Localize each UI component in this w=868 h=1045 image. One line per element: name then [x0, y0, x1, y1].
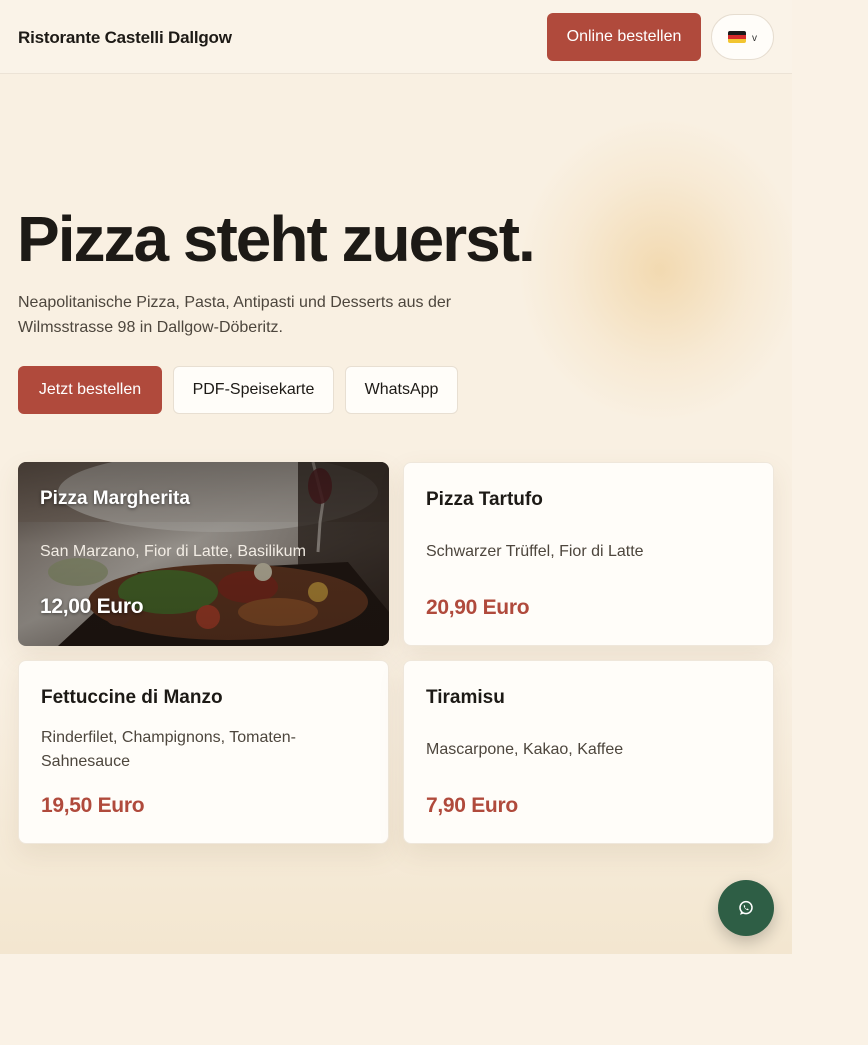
menu-item-name: Pizza Margherita: [40, 488, 190, 509]
whatsapp-button[interactable]: WhatsApp: [345, 366, 458, 414]
language-switcher[interactable]: v: [711, 14, 774, 60]
menu-item-price: 20,90 Euro: [426, 596, 530, 619]
page: Ristorante Castelli Dallgow Online beste…: [0, 0, 792, 954]
menu-item-description: Rinderfilet, Champignons, Tomaten-Sahnes…: [41, 729, 296, 770]
menu-card-fettuccine-di-manzo[interactable]: Fettuccine di Manzo Rinderfilet, Champig…: [18, 660, 389, 844]
menu-item-name: Pizza Tartufo: [426, 489, 543, 510]
menu-item-name: Tiramisu: [426, 687, 505, 708]
menu-item-description: Schwarzer Trüffel, Fior di Latte: [426, 543, 644, 560]
chevron-down-icon: v: [752, 33, 757, 44]
hero-subtitle: Neapolitanische Pizza, Pasta, Antipasti …: [18, 294, 452, 336]
menu-card-pizza-tartufo[interactable]: Pizza Tartufo Schwarzer Trüffel, Fior di…: [403, 462, 774, 646]
menu-item-name: Fettuccine di Manzo: [41, 687, 223, 708]
menu-item-description: Mascarpone, Kakao, Kaffee: [426, 741, 624, 758]
site-header: Ristorante Castelli Dallgow Online beste…: [0, 0, 792, 74]
online-order-button[interactable]: Online bestellen: [547, 13, 701, 61]
whatsapp-float-button[interactable]: [718, 880, 774, 936]
menu-item-price: 12,00 Euro: [40, 595, 144, 618]
hero-title: Pizza steht zuerst.: [17, 203, 536, 275]
menu-item-description: San Marzano, Fior di Latte, Basilikum: [40, 543, 306, 560]
brand-name[interactable]: Ristorante Castelli Dallgow: [18, 28, 232, 48]
order-now-button[interactable]: Jetzt bestellen: [18, 366, 162, 414]
menu-card-pizza-margherita[interactable]: Pizza Margherita San Marzano, Fior di La…: [18, 462, 389, 646]
menu-card-tiramisu[interactable]: Tiramisu Mascarpone, Kakao, Kaffee 7,90 …: [403, 660, 774, 844]
menu-item-price: 7,90 Euro: [426, 794, 518, 817]
pdf-menu-button[interactable]: PDF-Speisekarte: [173, 366, 334, 414]
whatsapp-icon: [739, 900, 753, 915]
german-flag-icon: [728, 31, 746, 43]
menu-item-price: 19,50 Euro: [41, 794, 145, 817]
hero-glow: [520, 120, 792, 420]
